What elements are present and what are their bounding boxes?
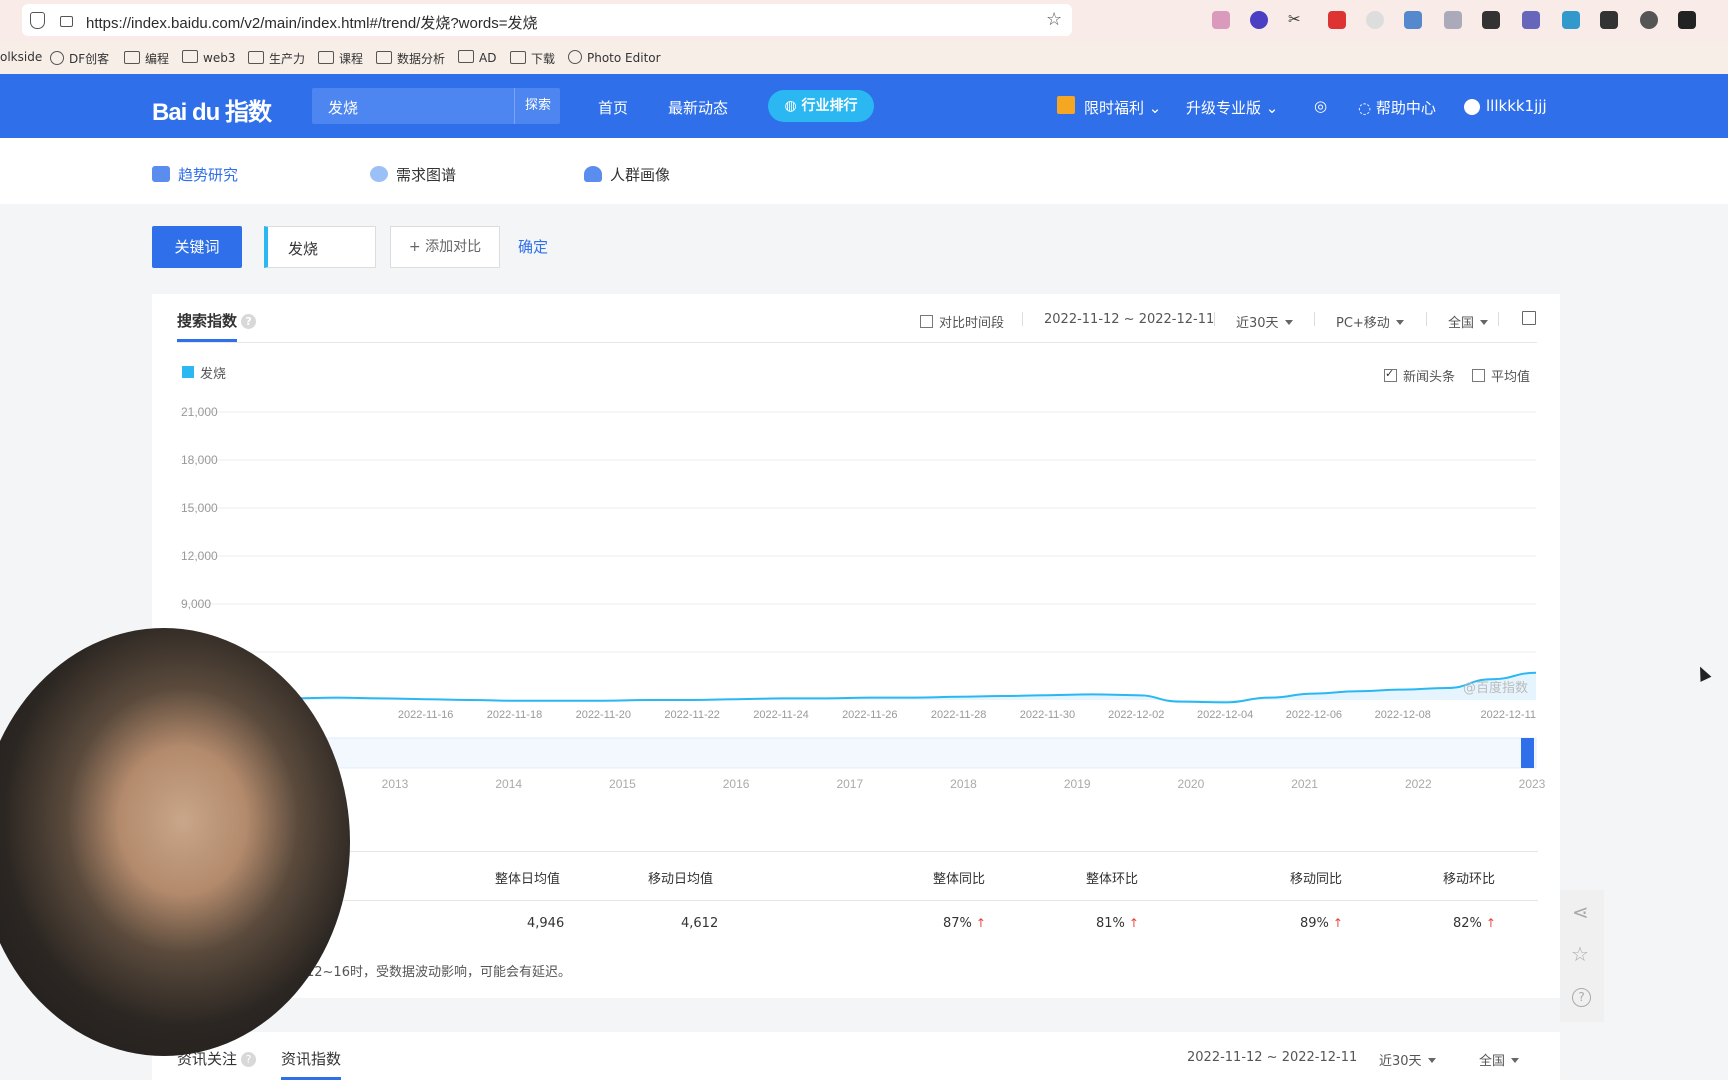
x-tick-label: 2022-11-20 bbox=[576, 709, 631, 721]
timeline-handle bbox=[1521, 738, 1534, 768]
help-circle-icon[interactable]: ? bbox=[1572, 988, 1591, 1007]
table-cell: 81% ↑ bbox=[1096, 916, 1139, 931]
x-tick-label: 2022-11-28 bbox=[931, 709, 986, 721]
x-tick-label: 2022-12-06 bbox=[1286, 709, 1342, 721]
news-region-select[interactable]: 全国 bbox=[1479, 1050, 1520, 1069]
x-tick-label: 2022-11-26 bbox=[842, 709, 897, 721]
column-header: 移动环比 bbox=[1443, 872, 1496, 887]
column-header: 整体日均值 bbox=[495, 872, 561, 887]
y-tick-label: 15,000 bbox=[181, 501, 218, 515]
timeline-tick-label: 2019 bbox=[1064, 777, 1091, 791]
x-tick-label: 2022-12-11 bbox=[1481, 709, 1536, 721]
arrow-up-icon: ↑ bbox=[975, 916, 986, 930]
table-cell: 4,612 bbox=[681, 916, 719, 931]
divider bbox=[334, 900, 1538, 901]
column-header: 移动日均值 bbox=[648, 872, 714, 887]
table-cell: 89% ↑ bbox=[1300, 916, 1343, 931]
timeline-brush bbox=[179, 737, 1537, 769]
timeline-tick-label: 2018 bbox=[950, 777, 977, 791]
news-period-select[interactable]: 近30天 bbox=[1379, 1050, 1436, 1069]
column-header: 整体环比 bbox=[1086, 872, 1139, 887]
x-tick-label: 2022-12-04 bbox=[1197, 709, 1253, 721]
divider bbox=[334, 851, 1538, 852]
help-icon[interactable]: ? bbox=[241, 1052, 257, 1067]
timeline-tick-label: 2015 bbox=[609, 777, 636, 791]
y-tick-label: 12,000 bbox=[181, 549, 218, 563]
y-tick-label: 18,000 bbox=[181, 453, 218, 467]
arrow-up-icon: ↑ bbox=[1332, 916, 1343, 930]
timeline-tick-label: 2023 bbox=[1519, 777, 1546, 791]
timeline-tick-label: 2022 bbox=[1405, 777, 1432, 791]
y-tick-label: 21,000 bbox=[181, 405, 218, 419]
share-icon[interactable]: ⋖ bbox=[1572, 900, 1589, 924]
watermark: @百度指数 bbox=[1463, 681, 1529, 696]
x-tick-label: 2022-11-18 bbox=[487, 709, 542, 721]
timeline-tick-label: 2017 bbox=[836, 777, 863, 791]
timeline-tick-label: 2020 bbox=[1178, 777, 1205, 791]
column-header: 移动同比 bbox=[1290, 872, 1343, 887]
x-tick-label: 2022-11-24 bbox=[753, 709, 808, 721]
table-cell: 4,946 bbox=[527, 916, 565, 931]
table-cell: 82% ↑ bbox=[1453, 916, 1496, 931]
timeline-tick-label: 2021 bbox=[1291, 777, 1318, 791]
data-note: 12~16时，受数据波动影响，可能会有延迟。 bbox=[306, 965, 571, 980]
timeline-tick-label: 2016 bbox=[723, 777, 750, 791]
tab-news-index[interactable]: 资讯指数 bbox=[281, 1048, 341, 1069]
arrow-up-icon: ↑ bbox=[1485, 916, 1496, 930]
news-date-range[interactable]: 2022-11-12 ~ 2022-12-11 bbox=[1187, 1050, 1357, 1065]
caret-down-icon bbox=[1511, 1058, 1520, 1063]
x-tick-label: 2022-11-16 bbox=[398, 709, 453, 721]
column-header: 整体同比 bbox=[933, 872, 986, 887]
x-tick-label: 2022-11-30 bbox=[1020, 709, 1075, 721]
x-tick-label: 2022-12-08 bbox=[1375, 709, 1431, 721]
timeline-tick-label: 2014 bbox=[495, 777, 522, 791]
favorite-star-icon[interactable]: ☆ bbox=[1571, 942, 1589, 966]
x-tick-label: 2022-12-02 bbox=[1108, 709, 1164, 721]
table-cell: 87% ↑ bbox=[943, 916, 986, 931]
timeline-tick-label: 2013 bbox=[382, 777, 409, 791]
y-tick-label: 9,000 bbox=[181, 597, 211, 611]
x-tick-label: 2022-11-22 bbox=[664, 709, 719, 721]
arrow-up-icon: ↑ bbox=[1128, 916, 1139, 930]
caret-down-icon bbox=[1427, 1058, 1436, 1063]
